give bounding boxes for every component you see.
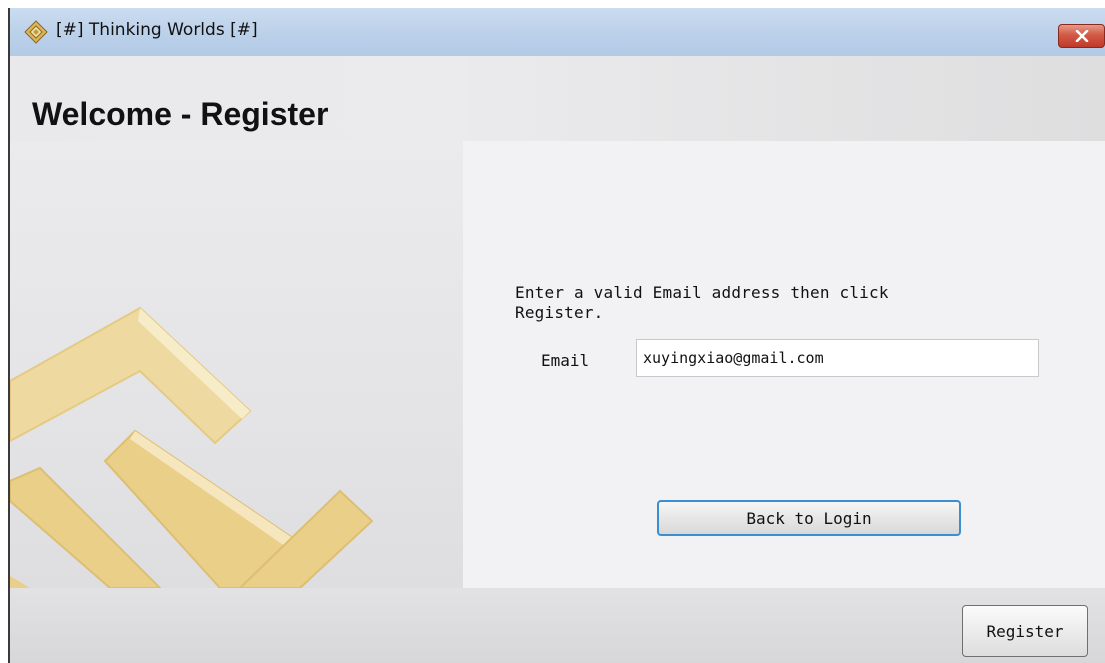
- title-bar[interactable]: [#] Thinking Worlds [#]: [10, 8, 1105, 57]
- footer-bar: Register: [10, 588, 1105, 663]
- page-header: Welcome - Register: [10, 56, 1105, 141]
- registration-form-panel: Enter a valid Email address then click R…: [463, 141, 1105, 588]
- email-field[interactable]: [636, 339, 1039, 377]
- register-button[interactable]: Register: [962, 605, 1088, 657]
- page-title: Welcome - Register: [32, 96, 329, 132]
- close-icon: [1075, 30, 1089, 42]
- window-title: [#] Thinking Worlds [#]: [56, 20, 258, 40]
- thinking-worlds-logo: [10, 306, 374, 588]
- back-to-login-button[interactable]: Back to Login: [657, 500, 961, 536]
- instructions-text: Enter a valid Email address then click R…: [515, 283, 889, 322]
- branding-panel: [10, 141, 463, 588]
- thinking-worlds-diamond-icon: [24, 20, 48, 44]
- email-label: Email: [541, 351, 590, 370]
- app-window: [#] Thinking Worlds [#] Welcome - Regist…: [8, 8, 1105, 663]
- close-button[interactable]: [1058, 24, 1105, 48]
